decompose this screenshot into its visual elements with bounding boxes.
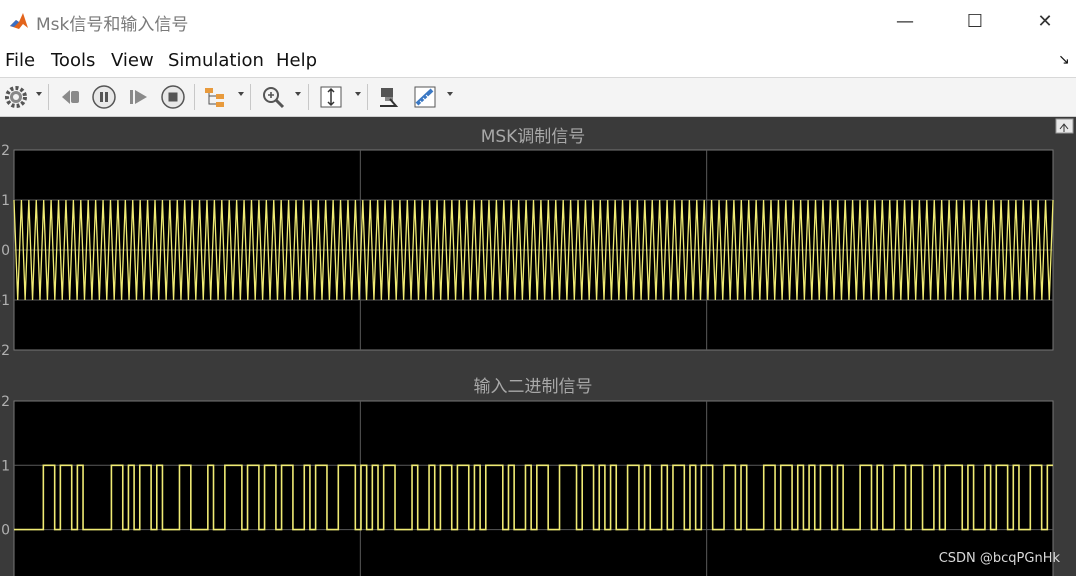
scale-dropdown-icon[interactable]: [355, 92, 361, 96]
scale-y-axis-icon[interactable]: [318, 84, 344, 110]
ytick-label: 1: [1, 458, 10, 474]
menu-help[interactable]: Help: [276, 50, 317, 71]
scope-plots: MSK调制信号 -2 -1 0 1 2 输入二进制信号 0 1 2: [0, 118, 1074, 580]
menu-bar: File Tools View Simulation Help ↘: [0, 44, 1076, 78]
ytick-label: 0: [1, 523, 10, 539]
plot1-yticks: -2 -1 0 1 2: [0, 143, 10, 359]
menu-tools[interactable]: Tools: [51, 50, 95, 71]
ytick-label: 2: [1, 394, 10, 410]
ytick-label: -2: [0, 343, 10, 359]
plot2-yticks: 0 1 2: [1, 394, 10, 539]
scope-figure: MSK调制信号 -2 -1 0 1 2 输入二进制信号 0 1 2 CSDN @bcqPGn…: [0, 117, 1076, 580]
menu-view[interactable]: View: [111, 50, 154, 71]
undock-icon[interactable]: ↘: [1058, 52, 1070, 68]
matlab-logo-icon: [8, 10, 30, 32]
step-back-icon[interactable]: [58, 84, 84, 110]
window-title: Msk信号和输入信号: [36, 15, 189, 35]
maximize-button[interactable]: ☐: [960, 10, 990, 34]
ytick-label: -1: [0, 293, 10, 309]
plot2-title: 输入二进制信号: [474, 377, 593, 397]
toolbar-separator: [194, 84, 195, 110]
ytick-label: 2: [1, 143, 10, 159]
zoom-in-icon[interactable]: [260, 84, 286, 110]
signal-dropdown-icon[interactable]: [238, 92, 244, 96]
ytick-label: 0: [1, 243, 10, 259]
toolbar-separator: [367, 84, 368, 110]
step-forward-icon[interactable]: [126, 84, 152, 110]
plot2-axes[interactable]: [13, 400, 1054, 580]
settings-icon[interactable]: [3, 84, 29, 110]
plot1-title: MSK调制信号: [481, 127, 586, 147]
close-button[interactable]: ✕: [1030, 10, 1060, 34]
ytick-label: 1: [1, 193, 10, 209]
measurements-dropdown-icon[interactable]: [447, 92, 453, 96]
menu-simulation[interactable]: Simulation: [168, 50, 264, 71]
toolbar: [0, 78, 1076, 117]
pause-icon[interactable]: [91, 84, 117, 110]
minimize-button[interactable]: —: [890, 10, 920, 34]
toolbar-separator: [48, 84, 49, 110]
measurements-icon[interactable]: [412, 84, 438, 110]
settings-dropdown-icon[interactable]: [36, 92, 42, 96]
menu-file[interactable]: File: [5, 50, 35, 71]
zoom-dropdown-icon[interactable]: [295, 92, 301, 96]
stop-icon[interactable]: [160, 84, 186, 110]
signal-hierarchy-icon[interactable]: [202, 84, 228, 110]
write-sim-data-icon[interactable]: [376, 84, 402, 110]
title-bar: Msk信号和输入信号 — ☐ ✕: [0, 0, 1076, 44]
toolbar-separator: [250, 84, 251, 110]
watermark: CSDN @bcqPGnHk: [938, 551, 1060, 566]
toolbar-separator: [308, 84, 309, 110]
